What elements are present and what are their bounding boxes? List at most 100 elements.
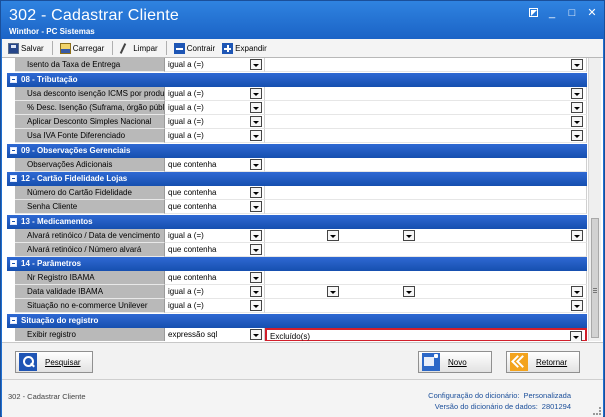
value-input[interactable] xyxy=(265,243,587,257)
chevron-down-icon[interactable] xyxy=(250,159,262,170)
minimize-icon[interactable]: _ xyxy=(546,7,558,19)
value-select[interactable] xyxy=(265,115,587,129)
chevron-down-icon[interactable] xyxy=(571,300,583,311)
chevron-down-icon[interactable] xyxy=(250,116,262,127)
group-header-medicamentos[interactable]: 13 - Medicamentos xyxy=(7,215,587,229)
group-header-cartao-fidelidade[interactable]: 12 - Cartão Fidelidade Lojas xyxy=(7,172,587,186)
chevron-down-icon[interactable] xyxy=(570,331,582,341)
maximize-icon[interactable]: □ xyxy=(566,7,578,19)
value-select[interactable] xyxy=(265,299,587,313)
operator-select[interactable]: que contenha xyxy=(165,243,265,257)
date-picker-icon[interactable] xyxy=(403,286,415,297)
operator-select[interactable]: igual a (=) xyxy=(165,115,265,129)
chevron-down-icon[interactable] xyxy=(571,130,583,141)
group-header-observacoes[interactable]: 09 - Observações Gerenciais xyxy=(7,144,587,158)
chevron-down-icon[interactable] xyxy=(250,187,262,198)
group-header-situacao-registro[interactable]: Situação do registro xyxy=(7,314,587,328)
operator-select[interactable]: igual a (=) xyxy=(165,299,265,313)
value-input[interactable] xyxy=(265,200,587,214)
save-button[interactable]: Salvar xyxy=(6,40,47,56)
clear-button[interactable]: Limpar xyxy=(118,40,160,56)
vertical-scrollbar[interactable] xyxy=(588,58,601,341)
value-select[interactable] xyxy=(265,101,587,115)
date-range-input[interactable] xyxy=(265,229,587,243)
chevron-down-icon[interactable] xyxy=(250,286,262,297)
collapse-icon[interactable] xyxy=(10,317,17,324)
collapse-icon[interactable] xyxy=(10,218,17,225)
operator-select[interactable]: igual a (=) xyxy=(165,285,265,299)
group-header-tributacao[interactable]: 08 - Tributação xyxy=(7,73,587,87)
toolbar-separator xyxy=(112,41,114,55)
chevron-down-icon[interactable] xyxy=(250,244,262,255)
operator-select[interactable]: que contenha xyxy=(165,271,265,285)
chevron-down-icon[interactable] xyxy=(250,88,262,99)
chevron-down-icon[interactable] xyxy=(250,102,262,113)
chevron-down-icon[interactable] xyxy=(571,286,583,297)
operator-select[interactable]: que contenha xyxy=(165,158,265,172)
new-button[interactable]: Novo xyxy=(418,351,492,373)
expand-button[interactable]: Expandir xyxy=(220,40,270,56)
scrollbar-thumb[interactable] xyxy=(591,218,599,338)
filter-row: Aplicar Desconto Simples Nacional igual … xyxy=(7,115,587,129)
collapse-icon[interactable] xyxy=(10,175,17,182)
back-arrow-icon xyxy=(510,353,528,371)
group-title: 12 - Cartão Fidelidade Lojas xyxy=(21,174,128,183)
chevron-down-icon[interactable] xyxy=(571,116,583,127)
filter-label: Exibir registro xyxy=(15,328,165,341)
filter-label: % Desc. Isenção (Suframa, órgão público) xyxy=(15,101,165,115)
value-select[interactable] xyxy=(265,87,587,101)
plus-icon xyxy=(222,42,234,54)
filter-row: Exibir registro expressão sql Excluído(s… xyxy=(7,328,587,341)
record-status-select[interactable]: Excluído(s) xyxy=(265,328,587,341)
operator-select[interactable]: igual a (=) xyxy=(165,87,265,101)
operator-select[interactable]: igual a (=) xyxy=(165,129,265,143)
operator-value: que contenha xyxy=(168,245,217,254)
chevron-down-icon[interactable] xyxy=(571,59,583,70)
chevron-down-icon[interactable] xyxy=(250,329,262,340)
value-input[interactable] xyxy=(265,186,587,200)
operator-value: igual a (=) xyxy=(168,117,204,126)
operator-select[interactable]: que contenha xyxy=(165,186,265,200)
filter-row: Data validade IBAMA igual a (=) xyxy=(7,285,587,299)
resize-grip-icon[interactable] xyxy=(593,407,601,415)
date-picker-icon[interactable] xyxy=(403,230,415,241)
collapse-icon[interactable] xyxy=(10,147,17,154)
group-title: Situação do registro xyxy=(21,316,99,325)
operator-select[interactable]: que contenha xyxy=(165,200,265,214)
date-range-input[interactable] xyxy=(265,285,587,299)
value-input[interactable] xyxy=(265,158,587,172)
operator-select[interactable]: igual a (=) xyxy=(165,101,265,115)
load-button[interactable]: Carregar xyxy=(58,40,108,56)
operator-select[interactable]: expressão sql xyxy=(165,328,265,341)
date-picker-icon[interactable] xyxy=(327,230,339,241)
chevron-down-icon[interactable] xyxy=(571,88,583,99)
operator-value: que contenha xyxy=(168,188,217,197)
date-picker-icon[interactable] xyxy=(327,286,339,297)
close-icon[interactable]: ✕ xyxy=(586,7,598,19)
window-title: 302 - Cadastrar Cliente xyxy=(9,7,180,24)
operator-select[interactable]: igual a (=) xyxy=(165,58,265,72)
back-button[interactable]: Retornar xyxy=(506,351,580,373)
value-select[interactable] xyxy=(265,58,587,72)
chevron-down-icon[interactable] xyxy=(250,130,262,141)
chevron-down-icon[interactable] xyxy=(571,102,583,113)
operator-value: que contenha xyxy=(168,202,217,211)
chevron-down-icon[interactable] xyxy=(250,59,262,70)
value-select[interactable] xyxy=(265,129,587,143)
collapse-button[interactable]: Contrair xyxy=(172,40,218,56)
chevron-down-icon[interactable] xyxy=(250,201,262,212)
collapse-icon[interactable] xyxy=(10,260,17,267)
operator-select[interactable]: igual a (=) xyxy=(165,229,265,243)
filter-row: Alvará retinóico / Número alvará que con… xyxy=(7,243,587,257)
collapse-icon[interactable] xyxy=(10,76,17,83)
filter-label: Data validade IBAMA xyxy=(15,285,165,299)
main-window: 302 - Cadastrar Cliente Winthor - PC Sis… xyxy=(0,0,605,417)
chevron-down-icon[interactable] xyxy=(571,230,583,241)
chevron-down-icon[interactable] xyxy=(250,230,262,241)
chevron-down-icon[interactable] xyxy=(250,300,262,311)
restore-icon[interactable] xyxy=(529,8,538,17)
value-input[interactable] xyxy=(265,271,587,285)
chevron-down-icon[interactable] xyxy=(250,272,262,283)
group-header-parametros[interactable]: 14 - Parâmetros xyxy=(7,257,587,271)
search-button[interactable]: Pesquisar xyxy=(15,351,93,373)
